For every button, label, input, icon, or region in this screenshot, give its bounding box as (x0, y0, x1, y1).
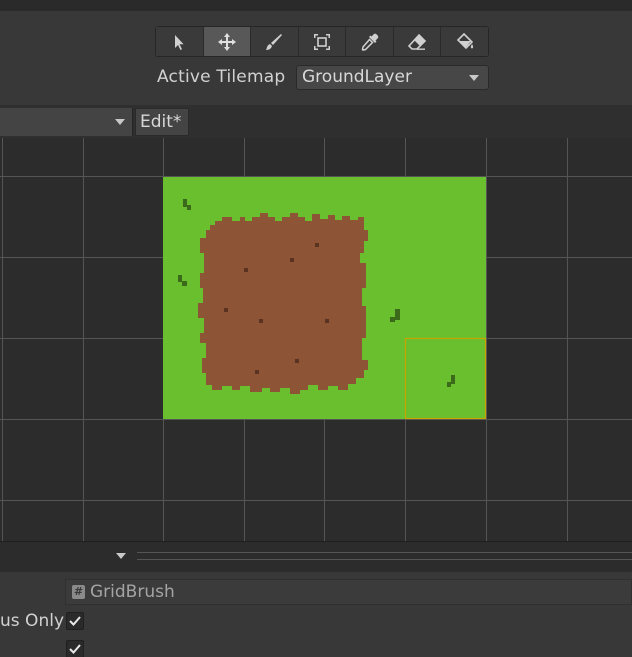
brush-script-value: GridBrush (90, 582, 175, 602)
box-fill-icon (314, 33, 331, 50)
dirt-tile[interactable] (198, 213, 368, 394)
checkmark-icon (69, 616, 81, 626)
brush-inspector: # GridBrush ous Only (0, 572, 632, 657)
select-tool-button[interactable] (156, 27, 204, 56)
checkmark-icon (69, 644, 81, 654)
active-tilemap-value: GroundLayer (302, 67, 412, 87)
fill-bucket-icon (456, 32, 473, 49)
property-label: ous Only (0, 611, 64, 631)
select-arrow-icon (175, 34, 184, 50)
paint-tool-button[interactable] (251, 27, 299, 56)
tilemap-toolbar: Active Tilemap GroundLayer (0, 11, 632, 105)
move-tool-button[interactable] (203, 27, 252, 56)
eraser-icon (408, 33, 427, 50)
chevron-down-icon[interactable] (116, 553, 126, 559)
tile-palette-window: Active Tilemap GroundLayer Edit* # GridB… (0, 0, 632, 657)
window-top-strip (0, 0, 632, 11)
brush-script-field[interactable]: # GridBrush (65, 579, 632, 605)
palette-dropdown[interactable] (0, 108, 133, 136)
property-checkbox-2[interactable] (66, 640, 84, 657)
chevron-down-icon (469, 75, 479, 81)
pick-tool-button[interactable] (346, 27, 394, 56)
paint-brush-icon (266, 33, 283, 50)
property-checkbox-1[interactable] (66, 612, 84, 630)
palette-grid-view[interactable] (0, 138, 632, 541)
active-tilemap-dropdown[interactable]: GroundLayer (296, 65, 489, 90)
chevron-down-icon (115, 119, 125, 125)
resize-handle[interactable] (137, 552, 632, 560)
brush-settings-header (0, 541, 632, 572)
script-hash-icon: # (72, 585, 85, 599)
palette-canvas (0, 138, 632, 541)
fill-tool-button[interactable] (441, 27, 489, 56)
edit-palette-button[interactable]: Edit* (135, 108, 189, 136)
erase-tool-button[interactable] (393, 27, 442, 56)
tool-button-group (155, 26, 489, 57)
active-tilemap-label: Active Tilemap (157, 67, 286, 87)
eyedropper-icon (361, 33, 378, 51)
box-fill-tool-button[interactable] (298, 27, 347, 56)
move-icon (217, 32, 236, 51)
